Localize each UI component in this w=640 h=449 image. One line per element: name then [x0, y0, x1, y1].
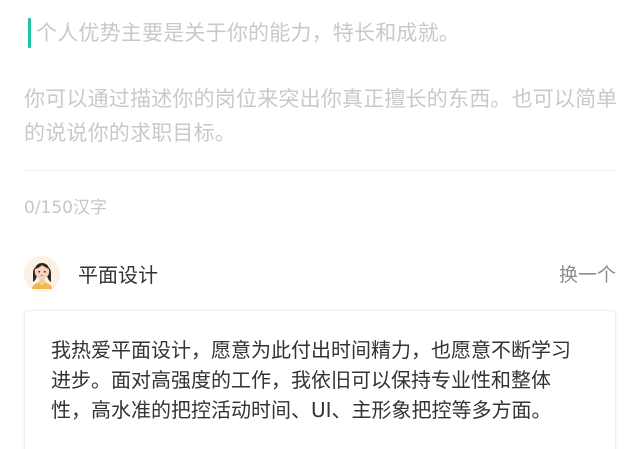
- editor-placeholder-line-2: 你可以通过描述你的岗位来突出你真正擅长的东西。也可以简单的说说你的求职目标。: [24, 87, 618, 145]
- editor-divider: [24, 170, 616, 171]
- editor-placeholder-line-1: 个人优势主要是关于你的能力，特长和成就。: [36, 21, 460, 45]
- example-card: 我热爱平面设计，愿意为此付出时间精力，也愿意不断学习进步。面对高强度的工作，我依…: [24, 310, 616, 449]
- personal-advantage-page: 个人优势主要是关于你的能力，特长和成就。 你可以通过描述你的岗位来突出你真正擅长…: [0, 0, 640, 449]
- example-text: 我热爱平面设计，愿意为此付出时间精力，也愿意不断学习进步。面对高强度的工作，我依…: [51, 338, 571, 422]
- girl-avatar-icon: [24, 256, 60, 292]
- example-header: 平面设计 换一个: [24, 256, 616, 296]
- character-counter: 0/150汉字: [24, 198, 107, 218]
- swap-example-button[interactable]: 换一个: [559, 261, 616, 289]
- text-cursor: [28, 18, 31, 48]
- example-title: 平面设计: [78, 263, 158, 287]
- advantage-text-editor[interactable]: 个人优势主要是关于你的能力，特长和成就。 你可以通过描述你的岗位来突出你真正擅长…: [24, 14, 620, 166]
